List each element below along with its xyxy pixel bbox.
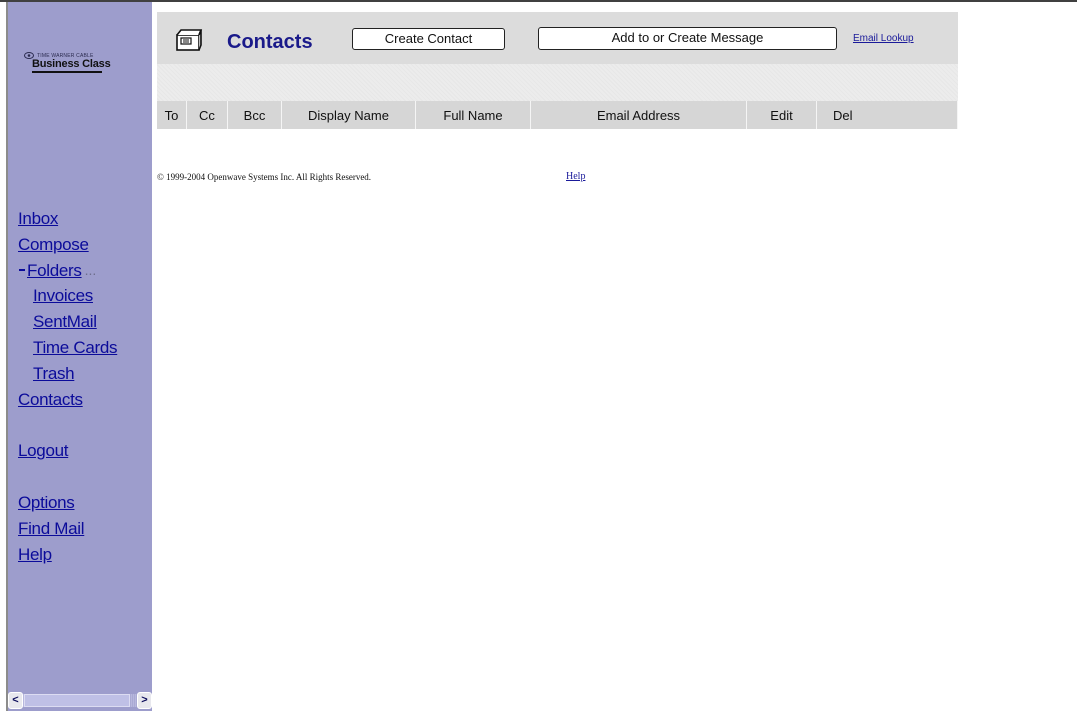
- footer-help-link[interactable]: Help: [566, 171, 585, 182]
- add-to-message-button[interactable]: Add to or Create Message: [538, 27, 837, 50]
- column-display-name[interactable]: Display Name: [282, 101, 416, 129]
- nav-inbox[interactable]: Inbox: [18, 206, 117, 232]
- nav-logout[interactable]: Logout: [18, 438, 117, 464]
- nav-folder-invoices[interactable]: Invoices: [33, 283, 117, 309]
- window-left-border: [0, 2, 8, 711]
- folders-more[interactable]: ...: [85, 258, 97, 284]
- nav-contacts[interactable]: Contacts: [18, 387, 117, 413]
- nav-help[interactable]: Help: [18, 542, 117, 568]
- email-lookup-link[interactable]: Email Lookup: [853, 33, 914, 44]
- nav-folder-time-cards[interactable]: Time Cards: [33, 335, 118, 361]
- copyright-text: © 1999-2004 Openwave Systems Inc. All Ri…: [157, 172, 372, 182]
- column-email-address[interactable]: Email Address: [531, 101, 747, 129]
- column-cc[interactable]: Cc: [187, 101, 228, 129]
- create-contact-button[interactable]: Create Contact: [352, 28, 505, 50]
- brand-logo: TIME WARNER CABLE Business Class: [24, 52, 149, 73]
- scroll-right-icon[interactable]: >: [137, 692, 152, 709]
- horizontal-scrollbar[interactable]: < >: [8, 692, 152, 709]
- column-bcc[interactable]: Bcc: [228, 101, 282, 129]
- address-book-icon: [176, 29, 203, 51]
- logo-underline: [32, 71, 102, 73]
- column-del[interactable]: Del: [817, 101, 958, 129]
- scroll-left-icon[interactable]: <: [8, 692, 23, 709]
- sidebar-nav: Inbox Compose Folders ... Invoices SentM…: [18, 206, 118, 568]
- nav-compose[interactable]: Compose: [18, 232, 117, 258]
- scroll-thumb[interactable]: [24, 694, 130, 707]
- nav-folders-row: Folders ...: [18, 258, 117, 284]
- nav-folder-trash[interactable]: Trash: [33, 361, 117, 387]
- nav-find-mail[interactable]: Find Mail: [18, 516, 117, 542]
- nav-folder-sentmail[interactable]: SentMail: [33, 309, 117, 335]
- page-title: Contacts: [227, 31, 313, 53]
- column-to[interactable]: To: [157, 101, 187, 129]
- contacts-table-header: To Cc Bcc Display Name Full Name Email A…: [157, 101, 958, 129]
- column-full-name[interactable]: Full Name: [416, 101, 531, 129]
- nav-folders[interactable]: Folders: [27, 258, 82, 284]
- sidebar: TIME WARNER CABLE Business Class Inbox C…: [8, 2, 152, 711]
- logo-big-text: Business Class: [32, 58, 111, 70]
- collapse-icon[interactable]: [19, 269, 25, 272]
- nav-options[interactable]: Options: [18, 490, 117, 516]
- column-edit[interactable]: Edit: [747, 101, 817, 129]
- window-top-border: [0, 0, 1077, 2]
- contacts-header: Contacts Create Contact Add to or Create…: [157, 12, 958, 129]
